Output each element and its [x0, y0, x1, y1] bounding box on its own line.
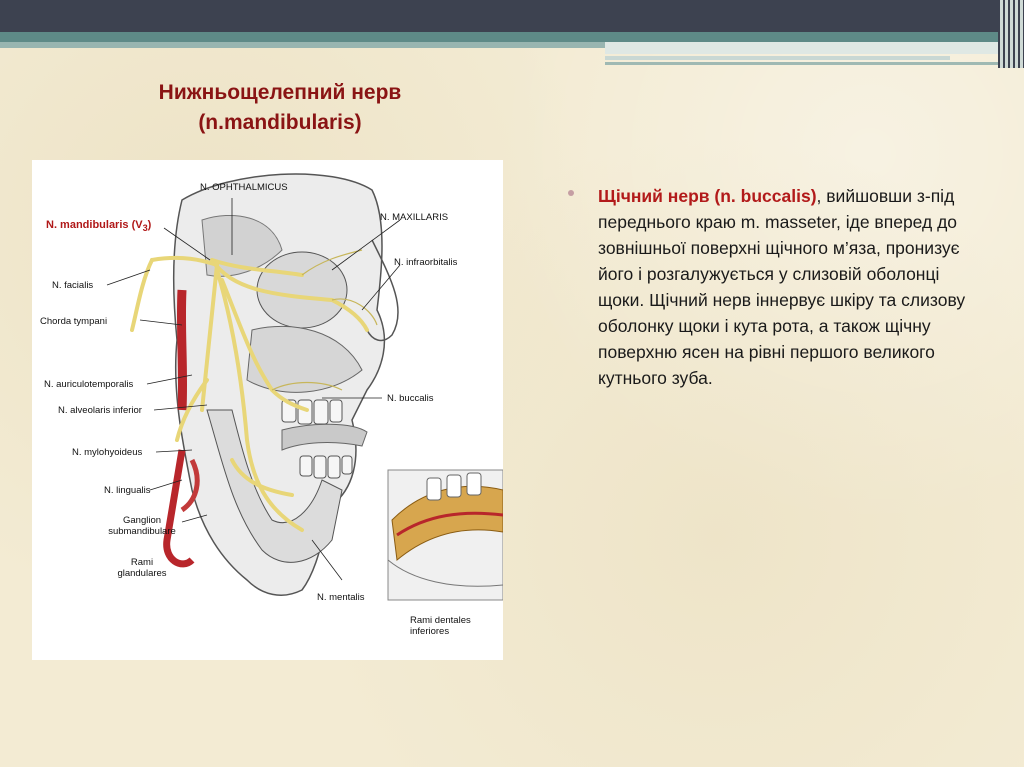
- slide-title: Нижньощелепний нерв (n.mandibularis): [60, 78, 500, 138]
- header-stripe: [605, 42, 1000, 54]
- bullet-dot-icon: [568, 190, 574, 196]
- label-mandibularis-close: ): [147, 219, 152, 231]
- corner-lines-decoration: [998, 0, 1024, 68]
- label-buccalis: N. buccalis: [387, 393, 434, 404]
- label-rami-dentales-line-2: inferiores: [410, 626, 450, 637]
- label-rami-glandulares-line-1: Rami: [130, 557, 154, 568]
- label-ganglion-line-1: Ganglion: [122, 515, 162, 526]
- anatomy-illustration: N. OPHTHALMICUS N. mandibularis (V3) N. …: [32, 160, 503, 660]
- label-ophthalmicus: N. OPHTHALMICUS: [200, 182, 288, 193]
- label-mandibularis-text: N. mandibularis (V: [46, 219, 143, 231]
- header-stripe: [0, 32, 1000, 42]
- title-line-1: Нижньощелепний нерв: [158, 81, 402, 104]
- label-mandibularis: N. mandibularis (V3): [46, 220, 151, 234]
- top-bar: [0, 0, 1024, 32]
- header-stripe: [0, 42, 605, 48]
- label-rami-dentales-line-1: Rami dentales: [410, 615, 471, 626]
- label-lingualis: N. lingualis: [104, 485, 151, 496]
- label-chorda-tympani: Chorda tympani: [40, 316, 108, 327]
- title-line-2: (n.mandibularis): [198, 111, 362, 134]
- label-rami-glandulares-line-2: glandulares: [117, 568, 167, 579]
- label-mentalis: N. mentalis: [317, 592, 365, 603]
- label-rami-glandulares: Rami glandulares: [112, 557, 172, 579]
- highlighted-term: Щічний нерв (n. buccalis): [598, 186, 817, 206]
- paragraph-text: , вийшовши з-під переднього краю m. mass…: [598, 186, 966, 388]
- label-ganglion-line-2: submandibulare: [108, 526, 176, 537]
- label-infraorbitalis: N. infraorbitalis: [394, 257, 458, 268]
- label-mylohyoideus: N. mylohyoideus: [72, 447, 143, 458]
- bullet-paragraph: Щічний нерв (n. buccalis), вийшовши з-пі…: [598, 183, 970, 391]
- label-facialis: N. facialis: [52, 280, 94, 291]
- bullet-text-block: Щічний нерв (n. buccalis), вийшовши з-пі…: [568, 183, 970, 391]
- header-stripe: [605, 56, 950, 60]
- label-ganglion-submandibulare: Ganglion submandibulare: [102, 515, 182, 537]
- label-alveolaris-inferior: N. alveolaris inferior: [58, 405, 142, 416]
- label-maxillaris: N. MAXILLARIS: [380, 212, 449, 223]
- label-auriculotemporalis: N. auriculotemporalis: [44, 379, 134, 390]
- header-stripe: [605, 62, 1000, 65]
- label-rami-dentales-inferiores: Rami dentales inferiores: [410, 615, 471, 637]
